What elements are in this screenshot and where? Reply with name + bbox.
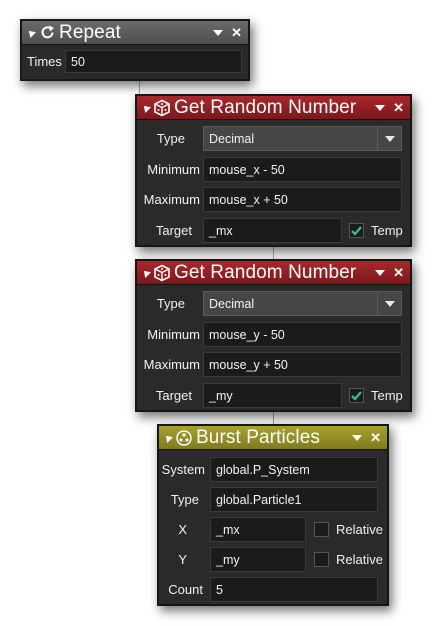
block-title: Repeat xyxy=(59,21,121,43)
dice-icon xyxy=(153,264,171,282)
chevron-down-icon[interactable] xyxy=(375,269,386,276)
type-field[interactable]: global.Particle1 xyxy=(210,487,378,512)
checkmark-icon xyxy=(351,391,362,401)
x-relative-label: Relative xyxy=(336,522,383,537)
burst-particles-header[interactable]: Burst Particles ✕ xyxy=(159,426,387,450)
random-number-header[interactable]: Get Random Number ✕ xyxy=(137,261,410,285)
type-select[interactable]: Decimal xyxy=(203,291,402,316)
temp-label: Temp xyxy=(371,388,403,403)
system-label: System xyxy=(161,462,205,477)
select-arrow-icon[interactable] xyxy=(377,127,401,150)
close-icon[interactable]: ✕ xyxy=(393,101,404,114)
temp-label: Temp xyxy=(371,223,403,238)
target-field[interactable]: _mx xyxy=(203,218,342,243)
random-number-header[interactable]: Get Random Number ✕ xyxy=(137,96,410,120)
type-select-value: Decimal xyxy=(209,296,255,311)
block-title: Get Random Number xyxy=(174,96,357,118)
maximum-label: Maximum xyxy=(143,192,200,207)
minimum-label: Minimum xyxy=(147,327,200,342)
temp-checkbox[interactable] xyxy=(349,223,364,238)
y-relative-label: Relative xyxy=(336,552,383,567)
dice-icon xyxy=(153,99,171,117)
block-title: Burst Particles xyxy=(196,426,320,448)
x-relative-checkbox[interactable] xyxy=(314,522,329,537)
checkmark-icon xyxy=(351,226,362,236)
minimum-field[interactable]: mouse_y - 50 xyxy=(203,322,402,347)
type-select[interactable]: Decimal xyxy=(203,126,402,151)
maximum-field[interactable]: mouse_x + 50 xyxy=(203,187,402,212)
temp-checkbox[interactable] xyxy=(349,388,364,403)
chevron-down-icon[interactable] xyxy=(213,29,224,36)
repeat-icon xyxy=(38,24,56,42)
times-label: Times xyxy=(27,54,62,69)
x-label: X xyxy=(178,522,187,537)
particles-icon xyxy=(175,429,193,447)
count-label: Count xyxy=(168,582,203,597)
chevron-down-icon[interactable] xyxy=(352,434,363,441)
collapse-triangle-icon[interactable] xyxy=(26,27,36,38)
target-label: Target xyxy=(155,223,192,238)
type-select-value: Decimal xyxy=(209,131,255,146)
target-field[interactable]: _my xyxy=(203,383,342,408)
random-number-block-1[interactable]: Get Random Number ✕ Type Decimal Minimum… xyxy=(135,94,412,247)
repeat-header[interactable]: Repeat ✕ xyxy=(22,21,248,45)
random-number-block-2[interactable]: Get Random Number ✕ Type Decimal Minimum… xyxy=(135,259,412,412)
y-field[interactable]: _my xyxy=(210,547,306,572)
type-label: Type xyxy=(156,131,185,146)
minimum-field[interactable]: mouse_x - 50 xyxy=(203,157,402,182)
repeat-block[interactable]: Repeat ✕ Times 50 xyxy=(20,19,250,81)
y-relative-checkbox[interactable] xyxy=(314,552,329,567)
minimum-label: Minimum xyxy=(147,162,200,177)
x-field[interactable]: _mx xyxy=(210,517,306,542)
chevron-down-icon[interactable] xyxy=(375,104,386,111)
burst-particles-block[interactable]: Burst Particles ✕ System global.P_System… xyxy=(157,424,389,606)
close-icon[interactable]: ✕ xyxy=(231,26,242,39)
maximum-label: Maximum xyxy=(143,357,200,372)
close-icon[interactable]: ✕ xyxy=(370,431,381,444)
collapse-triangle-icon[interactable] xyxy=(141,267,151,278)
close-icon[interactable]: ✕ xyxy=(393,266,404,279)
type-label: Type xyxy=(156,296,185,311)
system-field[interactable]: global.P_System xyxy=(210,457,378,482)
collapse-triangle-icon[interactable] xyxy=(141,102,151,113)
collapse-triangle-icon[interactable] xyxy=(163,432,173,443)
block-title: Get Random Number xyxy=(174,261,357,283)
maximum-field[interactable]: mouse_y + 50 xyxy=(203,352,402,377)
type-label: Type xyxy=(170,492,199,507)
y-label: Y xyxy=(178,552,187,567)
target-label: Target xyxy=(155,388,192,403)
count-field[interactable]: 5 xyxy=(210,577,378,602)
times-field[interactable]: 50 xyxy=(65,50,242,73)
select-arrow-icon[interactable] xyxy=(377,292,401,315)
